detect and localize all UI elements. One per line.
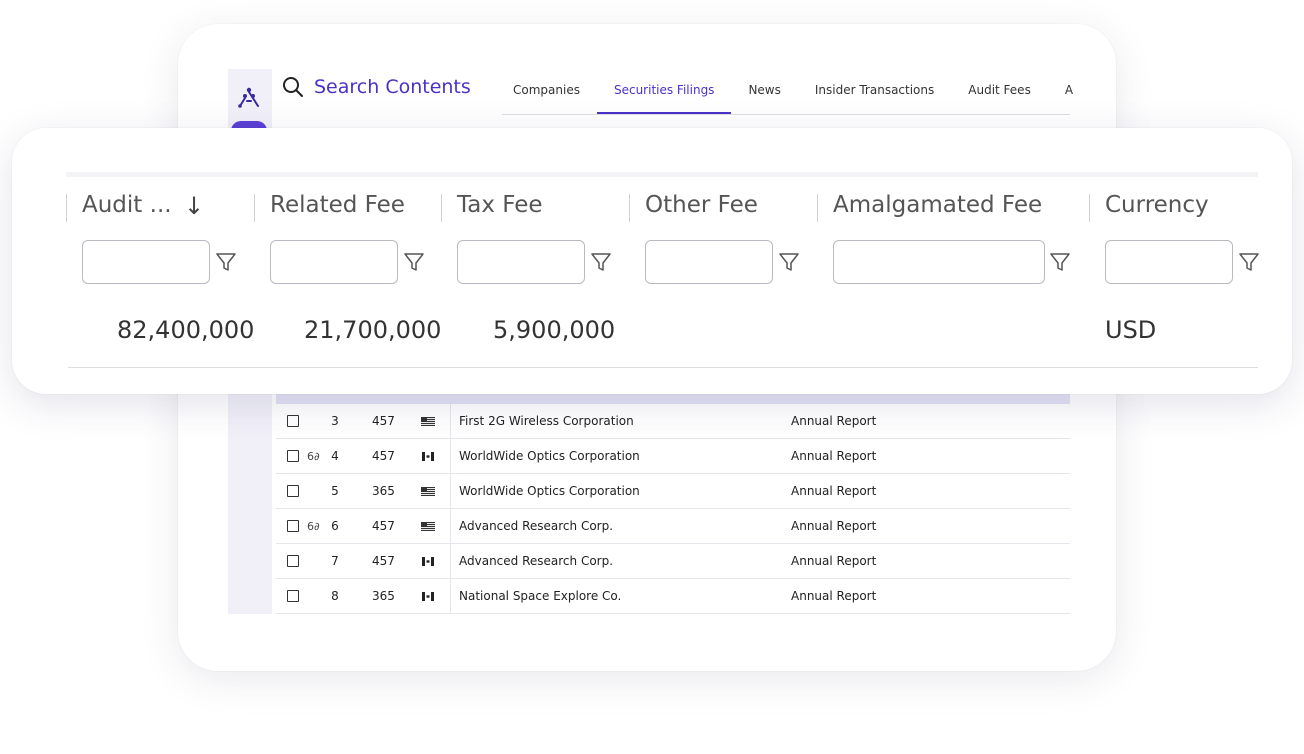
tab-more[interactable]: A — [1048, 76, 1090, 114]
related-fee-filter-input[interactable] — [270, 240, 398, 284]
table-row[interactable]: 6∂ 6 457 Advanced Research Corp. Annual Repo… — [276, 509, 1070, 544]
tab-insider-transactions[interactable]: Insider Transactions — [798, 76, 951, 114]
company-name[interactable]: Advanced Research Corp. — [459, 519, 613, 533]
row-code: 457 — [372, 554, 395, 568]
filter-icon[interactable] — [1237, 250, 1261, 274]
filing-type: Annual Report — [791, 519, 877, 533]
column-separator[interactable] — [66, 194, 67, 222]
overlay-top-divider — [66, 172, 1258, 177]
filter-icon[interactable] — [402, 250, 426, 274]
app-logo-icon[interactable] — [234, 82, 264, 112]
us-flag-icon — [421, 416, 435, 426]
column-separator[interactable] — [817, 194, 818, 222]
row-checkbox[interactable] — [287, 520, 299, 532]
currency-filter-input[interactable] — [1105, 240, 1233, 284]
column-divider — [450, 509, 451, 543]
glasses-icon: 6∂ — [307, 519, 320, 533]
tab-audit-fees[interactable]: Audit Fees — [951, 76, 1048, 114]
tab-companies[interactable]: Companies — [502, 76, 597, 114]
column-header-audit-fee[interactable]: Audit ... — [82, 192, 172, 218]
us-flag-icon — [421, 486, 435, 496]
filter-icon[interactable] — [214, 250, 238, 274]
column-separator[interactable] — [254, 194, 255, 222]
column-divider — [450, 474, 451, 508]
tax-fee-filter-input[interactable] — [457, 240, 585, 284]
filter-icon[interactable] — [777, 250, 801, 274]
filing-type: Annual Report — [791, 554, 877, 568]
row-checkbox[interactable] — [287, 590, 299, 602]
row-code: 365 — [372, 589, 395, 603]
other-fee-filter-input[interactable] — [645, 240, 773, 284]
glasses-icon: 6∂ — [307, 449, 320, 463]
row-number: 6 — [331, 519, 339, 533]
nav-tabs: Companies Securities Filings News Inside… — [502, 76, 1073, 115]
column-divider — [450, 404, 451, 438]
company-name[interactable]: Advanced Research Corp. — [459, 554, 613, 568]
company-name[interactable]: First 2G Wireless Corporation — [459, 414, 634, 428]
filing-type: Annual Report — [791, 484, 877, 498]
filter-icon[interactable] — [589, 250, 613, 274]
row-number: 4 — [331, 449, 339, 463]
company-name[interactable]: WorldWide Optics Corporation — [459, 484, 640, 498]
tax-fee-value: 5,900,000 — [493, 316, 616, 344]
row-checkbox[interactable] — [287, 415, 299, 427]
us-flag-icon — [421, 521, 435, 531]
row-number: 3 — [331, 414, 339, 428]
table-row[interactable]: 3 457 First 2G Wireless Corporation Annual … — [276, 404, 1070, 439]
filter-icon[interactable] — [1048, 250, 1072, 274]
ca-flag-icon — [422, 591, 434, 601]
table-row[interactable]: 6∂ 4 457 WorldWide Optics Corporation Annual… — [276, 439, 1070, 474]
column-separator[interactable] — [629, 194, 630, 222]
ca-flag-icon — [422, 556, 434, 566]
tab-securities-filings[interactable]: Securities Filings — [596, 76, 732, 114]
currency-value: USD — [1105, 316, 1157, 344]
column-divider — [450, 579, 451, 613]
column-header-related-fee[interactable]: Related Fee — [270, 192, 405, 218]
row-code: 457 — [372, 519, 395, 533]
tab-news[interactable]: News — [731, 76, 797, 114]
filing-type: Annual Report — [791, 414, 877, 428]
row-number: 5 — [331, 484, 339, 498]
overlay-row-divider — [68, 367, 1258, 368]
table-row[interactable]: 8 365 National Space Explore Co. Annual Rep… — [276, 579, 1070, 614]
search-icon — [283, 77, 303, 97]
column-header-other-fee[interactable]: Other Fee — [645, 192, 758, 218]
column-divider — [450, 439, 451, 473]
column-header-currency[interactable]: Currency — [1105, 192, 1209, 218]
company-name[interactable]: WorldWide Optics Corporation — [459, 449, 640, 463]
column-separator[interactable] — [441, 194, 442, 222]
audit-fee-value: 82,400,000 — [117, 316, 255, 344]
row-code: 457 — [372, 414, 395, 428]
related-fee-value: 21,700,000 — [304, 316, 442, 344]
row-checkbox[interactable] — [287, 485, 299, 497]
column-zoom-card: Audit ... ↓ 82,400,000 Related Fee 21,70… — [12, 128, 1292, 394]
row-code: 365 — [372, 484, 395, 498]
column-header-tax-fee[interactable]: Tax Fee — [457, 192, 543, 218]
column-separator[interactable] — [1089, 194, 1090, 222]
table-row[interactable]: 7 457 Advanced Research Corp. Annual Report — [276, 544, 1070, 579]
company-name[interactable]: National Space Explore Co. — [459, 589, 621, 603]
row-number: 8 — [331, 589, 339, 603]
column-header-amalgamated-fee[interactable]: Amalgamated Fee — [833, 192, 1042, 218]
filings-table: 3 457 First 2G Wireless Corporation Annual … — [276, 392, 1070, 614]
ca-flag-icon — [422, 451, 434, 461]
search-bar[interactable]: Search Contents — [282, 76, 471, 98]
row-checkbox[interactable] — [287, 555, 299, 567]
filing-type: Annual Report — [791, 449, 877, 463]
search-title: Search Contents — [314, 76, 471, 98]
table-row[interactable]: 5 365 WorldWide Optics Corporation Annual R… — [276, 474, 1070, 509]
row-code: 457 — [372, 449, 395, 463]
row-number: 7 — [331, 554, 339, 568]
filing-type: Annual Report — [791, 589, 877, 603]
column-divider — [450, 544, 451, 578]
row-checkbox[interactable] — [287, 450, 299, 462]
amalgamated-fee-filter-input[interactable] — [833, 240, 1045, 284]
sort-descending-icon[interactable]: ↓ — [184, 192, 204, 220]
audit-fee-filter-input[interactable] — [82, 240, 210, 284]
